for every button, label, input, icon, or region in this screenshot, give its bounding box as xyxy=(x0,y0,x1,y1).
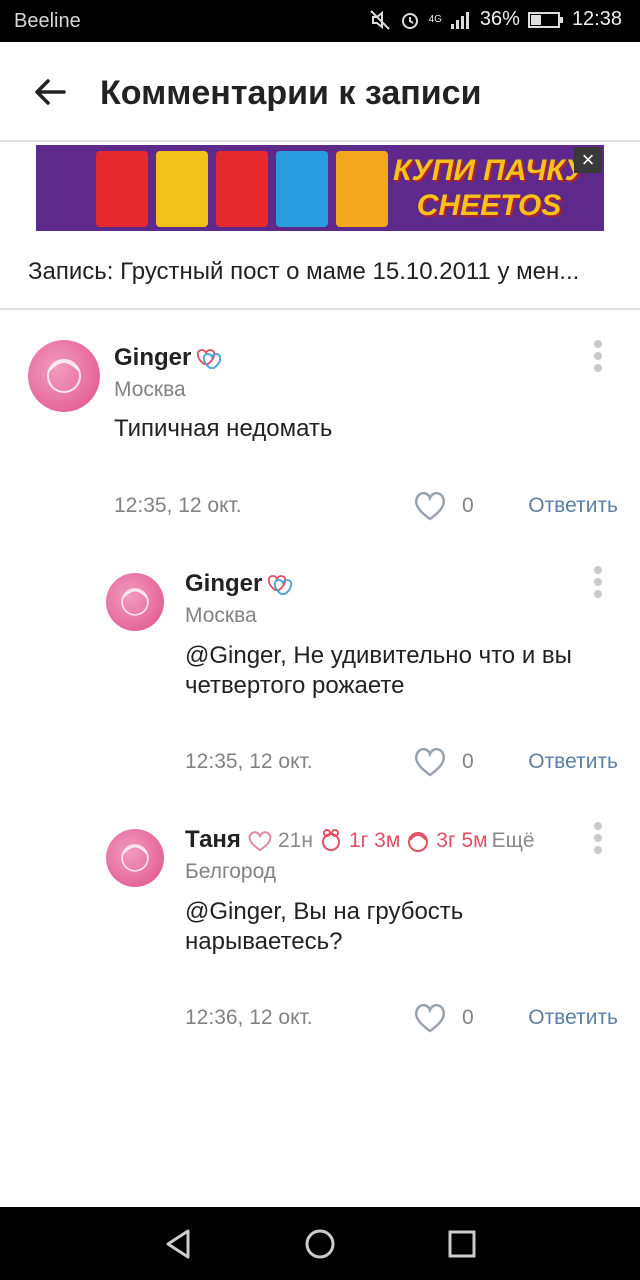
baby-girl-icon xyxy=(321,829,340,851)
nav-home-icon[interactable] xyxy=(303,1227,337,1261)
app-bar: Комментарии к записи xyxy=(0,42,640,142)
hearts-badge-icon xyxy=(196,349,222,369)
avatar-face-icon xyxy=(121,588,149,616)
like-heart-icon[interactable] xyxy=(412,746,448,778)
avatar[interactable] xyxy=(106,829,164,887)
post-title[interactable]: Запись: Грустный пост о маме 15.10.2011 … xyxy=(28,258,608,286)
clock: 12:38 xyxy=(571,8,622,30)
ad-banner[interactable]: КУПИ ПАЧКУ CHEETOS × xyxy=(36,145,604,231)
comment-author[interactable]: Ginger xyxy=(114,344,191,372)
comment-text: @Ginger, Не удивительно что и вы четверт… xyxy=(185,642,572,699)
reply-button[interactable]: Ответить xyxy=(528,750,618,774)
network-label: 4G xyxy=(428,13,442,25)
avatar[interactable] xyxy=(28,340,100,412)
battery-percent: 36% xyxy=(479,8,520,30)
like-count: 0 xyxy=(462,494,474,517)
ad-close-button[interactable]: × xyxy=(574,147,602,173)
avatar[interactable] xyxy=(106,573,164,631)
comment-time: 12:35, 12 окт. xyxy=(185,750,313,773)
status-icons: 4G 36% 12:38 xyxy=(369,8,622,31)
signal-icon xyxy=(450,11,469,29)
more-options-icon[interactable] xyxy=(594,566,602,600)
like-heart-icon[interactable] xyxy=(412,1002,448,1034)
child-age-label: 1г 3м xyxy=(348,829,401,852)
system-nav-bar xyxy=(0,1207,640,1280)
ad-product-image xyxy=(96,151,388,227)
comment-text: @Ginger, Вы на грубость нарываетесь? xyxy=(185,898,464,955)
like-heart-icon[interactable] xyxy=(412,490,448,522)
comment-city: Москва xyxy=(185,604,257,627)
status-bar: Beeline 4G 36% 12:38 xyxy=(0,0,640,42)
page-title: Комментарии к записи xyxy=(100,74,482,112)
hearts-badge-icon xyxy=(267,575,293,595)
avatar-face-icon xyxy=(121,844,149,872)
pregnancy-heart-icon xyxy=(248,831,272,852)
divider xyxy=(0,308,640,310)
comment-city: Москва xyxy=(114,378,186,401)
child-age-label: 3г 5м xyxy=(436,829,488,852)
alarm-icon xyxy=(401,12,418,29)
reply-button[interactable]: Ответить xyxy=(528,494,618,518)
carrier-label: Beeline xyxy=(14,10,81,32)
mute-icon xyxy=(369,9,390,30)
back-arrow-icon[interactable] xyxy=(30,72,70,112)
battery-icon xyxy=(527,11,563,28)
child-badges: 21н 1г 3м 3г 5м Ещё xyxy=(246,828,535,854)
comment-author[interactable]: Таня xyxy=(185,826,241,854)
nav-recents-icon[interactable] xyxy=(445,1227,479,1261)
ad-text: КУПИ ПАЧКУ CHEETOS xyxy=(393,154,585,222)
reply-button[interactable]: Ответить xyxy=(528,1006,618,1030)
like-count: 0 xyxy=(462,750,474,773)
comment-time: 12:36, 12 окт. xyxy=(185,1006,313,1029)
avatar-face-icon xyxy=(47,359,81,393)
more-options-icon[interactable] xyxy=(594,822,602,856)
more-badges-link[interactable]: Ещё xyxy=(492,829,535,853)
like-count: 0 xyxy=(462,1006,474,1029)
comment-city: Белгород xyxy=(185,860,277,883)
more-options-icon[interactable] xyxy=(594,340,602,374)
pregnancy-week-label: 21н xyxy=(278,829,313,852)
comment-author[interactable]: Ginger xyxy=(185,570,262,598)
child-girl-icon xyxy=(408,832,429,852)
comment-text: Типичная недомать xyxy=(114,415,333,442)
comment-time: 12:35, 12 окт. xyxy=(114,494,242,517)
nav-back-icon[interactable] xyxy=(162,1227,196,1261)
